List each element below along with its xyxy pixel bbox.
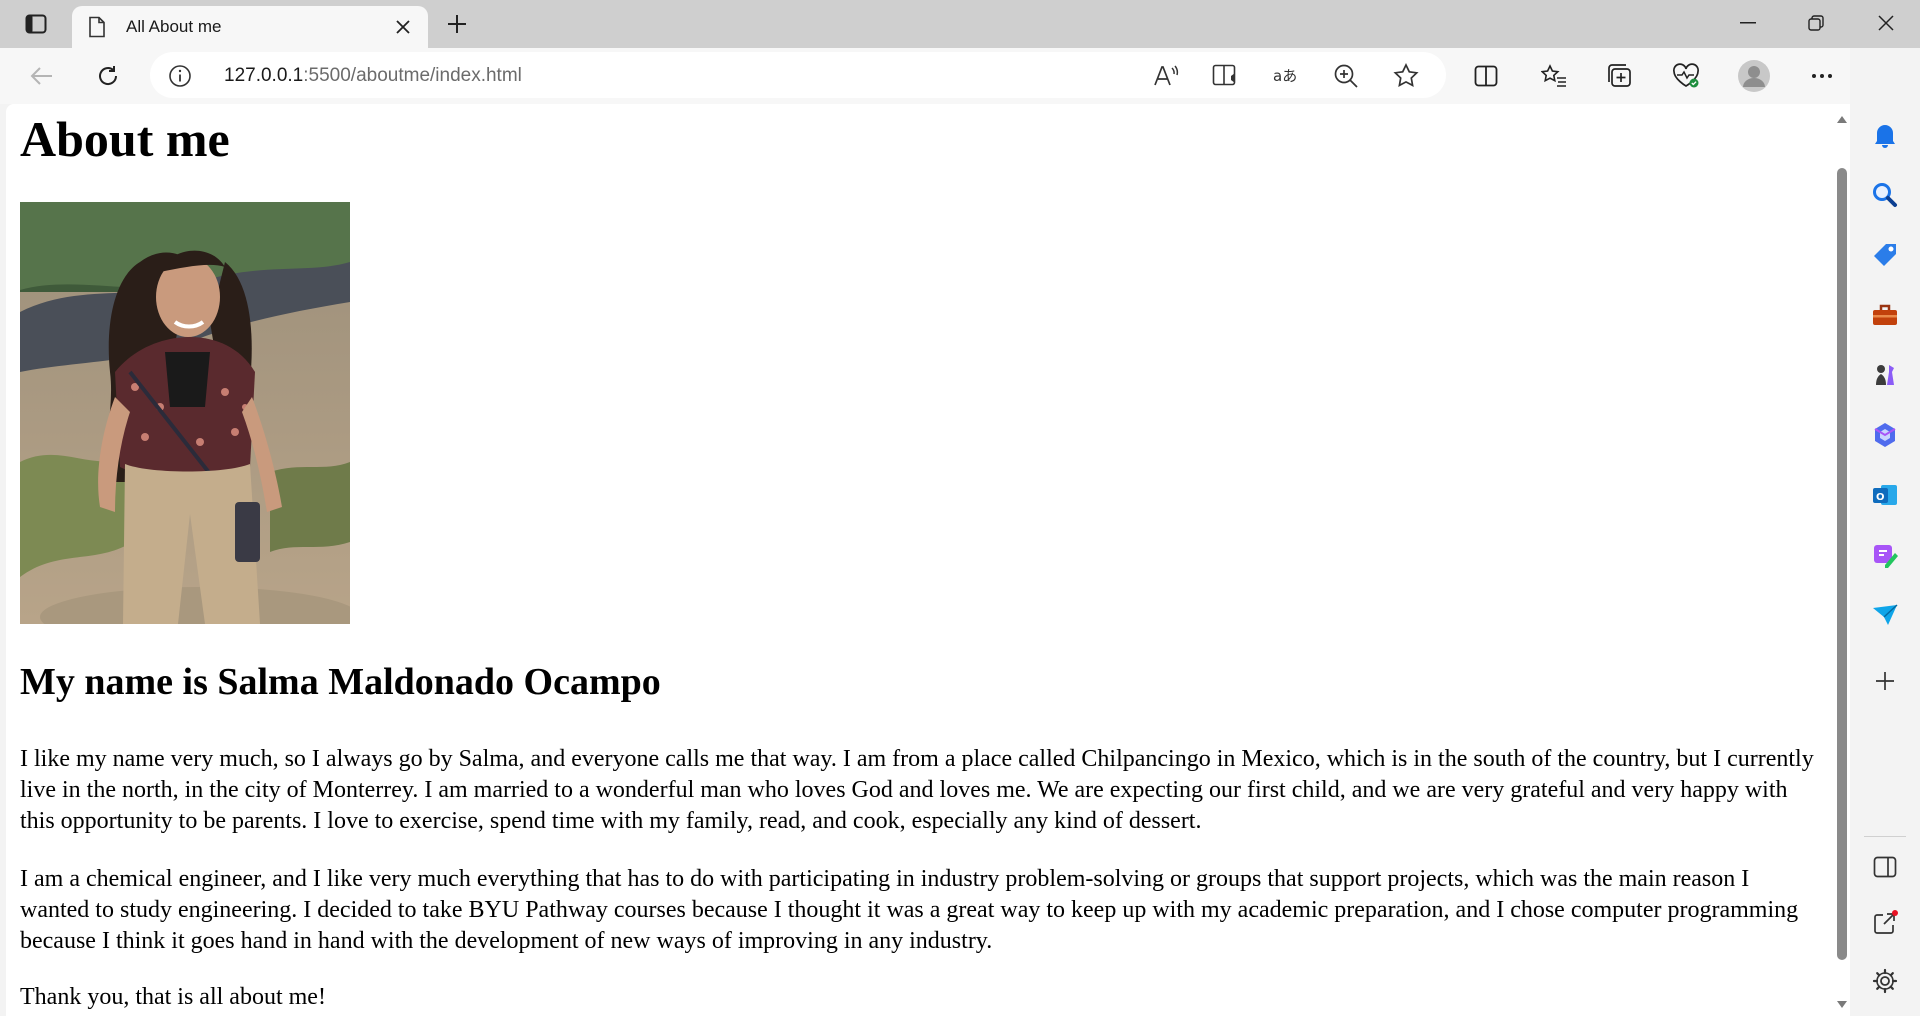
collections-button[interactable]	[1602, 60, 1638, 92]
add-favorite-button[interactable]	[1392, 62, 1420, 90]
zoom-in-icon	[1334, 64, 1358, 88]
tab-actions-button[interactable]	[14, 8, 58, 40]
page-icon	[88, 15, 108, 39]
more-dots-icon	[1812, 74, 1832, 78]
immersive-reader-button[interactable]	[1212, 62, 1240, 90]
favorites-list-icon	[1541, 64, 1566, 87]
designer-button[interactable]	[1868, 538, 1902, 572]
page-viewport: About me My name is Salma Maldonado Ocam…	[6, 104, 1834, 1016]
scroll-up-arrow-icon[interactable]	[1836, 114, 1848, 124]
tools-button[interactable]	[1868, 298, 1902, 332]
svg-text:aあ: aあ	[1273, 67, 1297, 85]
active-tab[interactable]: All About me	[72, 6, 428, 48]
sidebar-panel-icon	[1873, 856, 1897, 878]
designer-brush-icon	[1874, 545, 1898, 568]
immersive-reader-icon	[1212, 64, 1236, 86]
search-icon	[1873, 183, 1897, 207]
read-aloud-icon	[1154, 65, 1179, 86]
close-icon	[1878, 15, 1894, 31]
toolbox-icon	[1873, 304, 1897, 325]
drop-button[interactable]	[1868, 598, 1902, 632]
name-heading: My name is Salma Maldonado Ocampo	[20, 661, 661, 703]
new-tab-button[interactable]	[442, 10, 472, 38]
games-button[interactable]	[1868, 358, 1902, 392]
minimize-button[interactable]	[1714, 0, 1782, 46]
close-window-button[interactable]	[1852, 0, 1920, 46]
vertical-scrollbar[interactable]	[1834, 104, 1850, 1016]
paper-plane-icon	[1873, 604, 1898, 625]
close-icon	[396, 20, 410, 34]
closing-paragraph: Thank you, that is all about me!	[20, 984, 326, 1010]
notifications-button[interactable]	[1868, 118, 1902, 152]
restore-icon	[1808, 15, 1824, 31]
close-tab-button[interactable]	[392, 16, 414, 38]
shopping-button[interactable]	[1868, 238, 1902, 272]
plus-icon	[1876, 672, 1894, 690]
url-text[interactable]: 127.0.0.1:5500/aboutme/index.html	[224, 65, 522, 87]
zoom-button[interactable]	[1332, 62, 1360, 90]
price-tag-icon	[1874, 244, 1896, 266]
settings-and-more-button[interactable]	[1804, 60, 1840, 92]
profile-button[interactable]	[1736, 60, 1772, 92]
tab-actions-icon	[25, 14, 47, 34]
heart-pulse-icon	[1673, 63, 1699, 88]
sidebar-divider	[1864, 836, 1906, 837]
gear-icon	[1872, 968, 1898, 994]
read-aloud-button[interactable]	[1152, 62, 1180, 90]
external-link-button[interactable]	[1868, 906, 1902, 940]
chess-piece-icon	[1876, 365, 1894, 385]
microsoft-365-icon	[1874, 423, 1896, 447]
back-arrow-icon	[30, 67, 52, 85]
back-button[interactable]	[24, 60, 60, 92]
career-paragraph: I am a chemical engineer, and I like ver…	[20, 866, 1799, 954]
plus-icon	[448, 15, 466, 33]
outlook-button[interactable]: O	[1868, 478, 1902, 512]
title-bar: All About me	[0, 0, 1920, 48]
favorites-button[interactable]	[1536, 60, 1572, 92]
restore-button[interactable]	[1782, 0, 1850, 46]
scroll-down-arrow-icon[interactable]	[1836, 1000, 1848, 1010]
bell-icon	[1875, 125, 1895, 148]
edge-sidebar: O	[1850, 48, 1920, 1016]
microsoft-365-button[interactable]	[1868, 418, 1902, 452]
translate-button[interactable]: aあ	[1272, 62, 1300, 90]
outlook-icon: O	[1873, 485, 1897, 505]
avatar	[1738, 60, 1770, 92]
search-button[interactable]	[1868, 178, 1902, 212]
split-screen-icon	[1474, 65, 1498, 87]
collections-icon	[1608, 64, 1631, 87]
minimize-icon	[1740, 22, 1756, 24]
url-host: 127.0.0.1	[224, 65, 304, 86]
browser-essentials-button[interactable]	[1668, 60, 1704, 92]
profile-photo	[20, 202, 350, 624]
tab-title: All About me	[126, 17, 222, 36]
info-icon[interactable]	[168, 64, 192, 88]
sidebar-settings-button[interactable]	[1868, 964, 1902, 998]
refresh-button[interactable]	[90, 60, 126, 92]
address-bar[interactable]: 127.0.0.1:5500/aboutme/index.html aあ	[150, 52, 1446, 98]
svg-text:O: O	[1876, 492, 1885, 503]
hide-sidebar-button[interactable]	[1868, 850, 1902, 884]
refresh-icon	[99, 66, 118, 85]
translate-icon: aあ	[1273, 67, 1297, 85]
split-screen-button[interactable]	[1468, 60, 1504, 92]
url-path: :5500/aboutme/index.html	[303, 65, 522, 86]
intro-paragraph: I like my name very much, so I always go…	[20, 746, 1814, 834]
external-link-icon	[1874, 910, 1898, 934]
scrollbar-thumb[interactable]	[1837, 168, 1847, 960]
add-sidebar-app-button[interactable]	[1868, 664, 1902, 698]
page-title: About me	[20, 111, 230, 167]
star-icon	[1393, 63, 1419, 87]
